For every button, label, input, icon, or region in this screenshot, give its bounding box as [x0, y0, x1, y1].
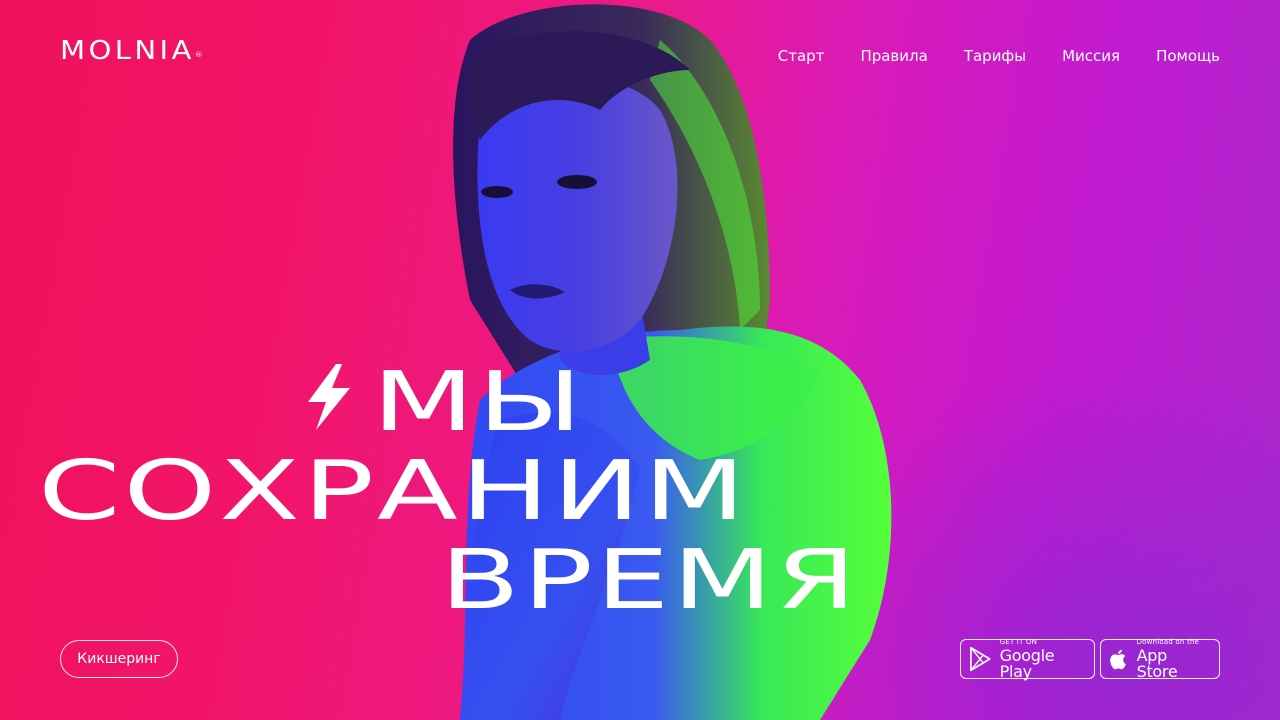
- google-play-small-text: GET IT ON: [999, 637, 1038, 646]
- nav-item-start[interactable]: Старт: [778, 46, 825, 66]
- kicksharing-label: Кикшеринг: [77, 651, 161, 667]
- kicksharing-button[interactable]: Кикшеринг: [60, 640, 178, 678]
- nav-item-rules[interactable]: Правила: [860, 46, 927, 66]
- apple-icon: [1110, 649, 1126, 670]
- site-header: MOLNIA® Старт Правила Тарифы Миссия Помо…: [0, 0, 1280, 110]
- nav-item-help[interactable]: Помощь: [1156, 46, 1220, 66]
- app-store-big-text: App Store: [1136, 645, 1178, 681]
- google-play-big-text: Google Play: [999, 645, 1055, 681]
- google-play-icon: [970, 646, 991, 672]
- main-nav: Старт Правила Тарифы Миссия Помощь: [778, 46, 1220, 66]
- logo-text: MOLNIA: [60, 36, 195, 66]
- nav-item-tariffs[interactable]: Тарифы: [964, 46, 1026, 66]
- nav-item-mission[interactable]: Миссия: [1062, 46, 1120, 66]
- google-play-badge[interactable]: GET IT ON Google Play: [960, 637, 1095, 681]
- registered-mark: ®: [194, 51, 203, 59]
- app-store-small-text: Download on the: [1136, 637, 1200, 646]
- molnia-logo[interactable]: MOLNIA®: [60, 34, 203, 68]
- app-store-badge[interactable]: Download on the App Store: [1100, 637, 1220, 681]
